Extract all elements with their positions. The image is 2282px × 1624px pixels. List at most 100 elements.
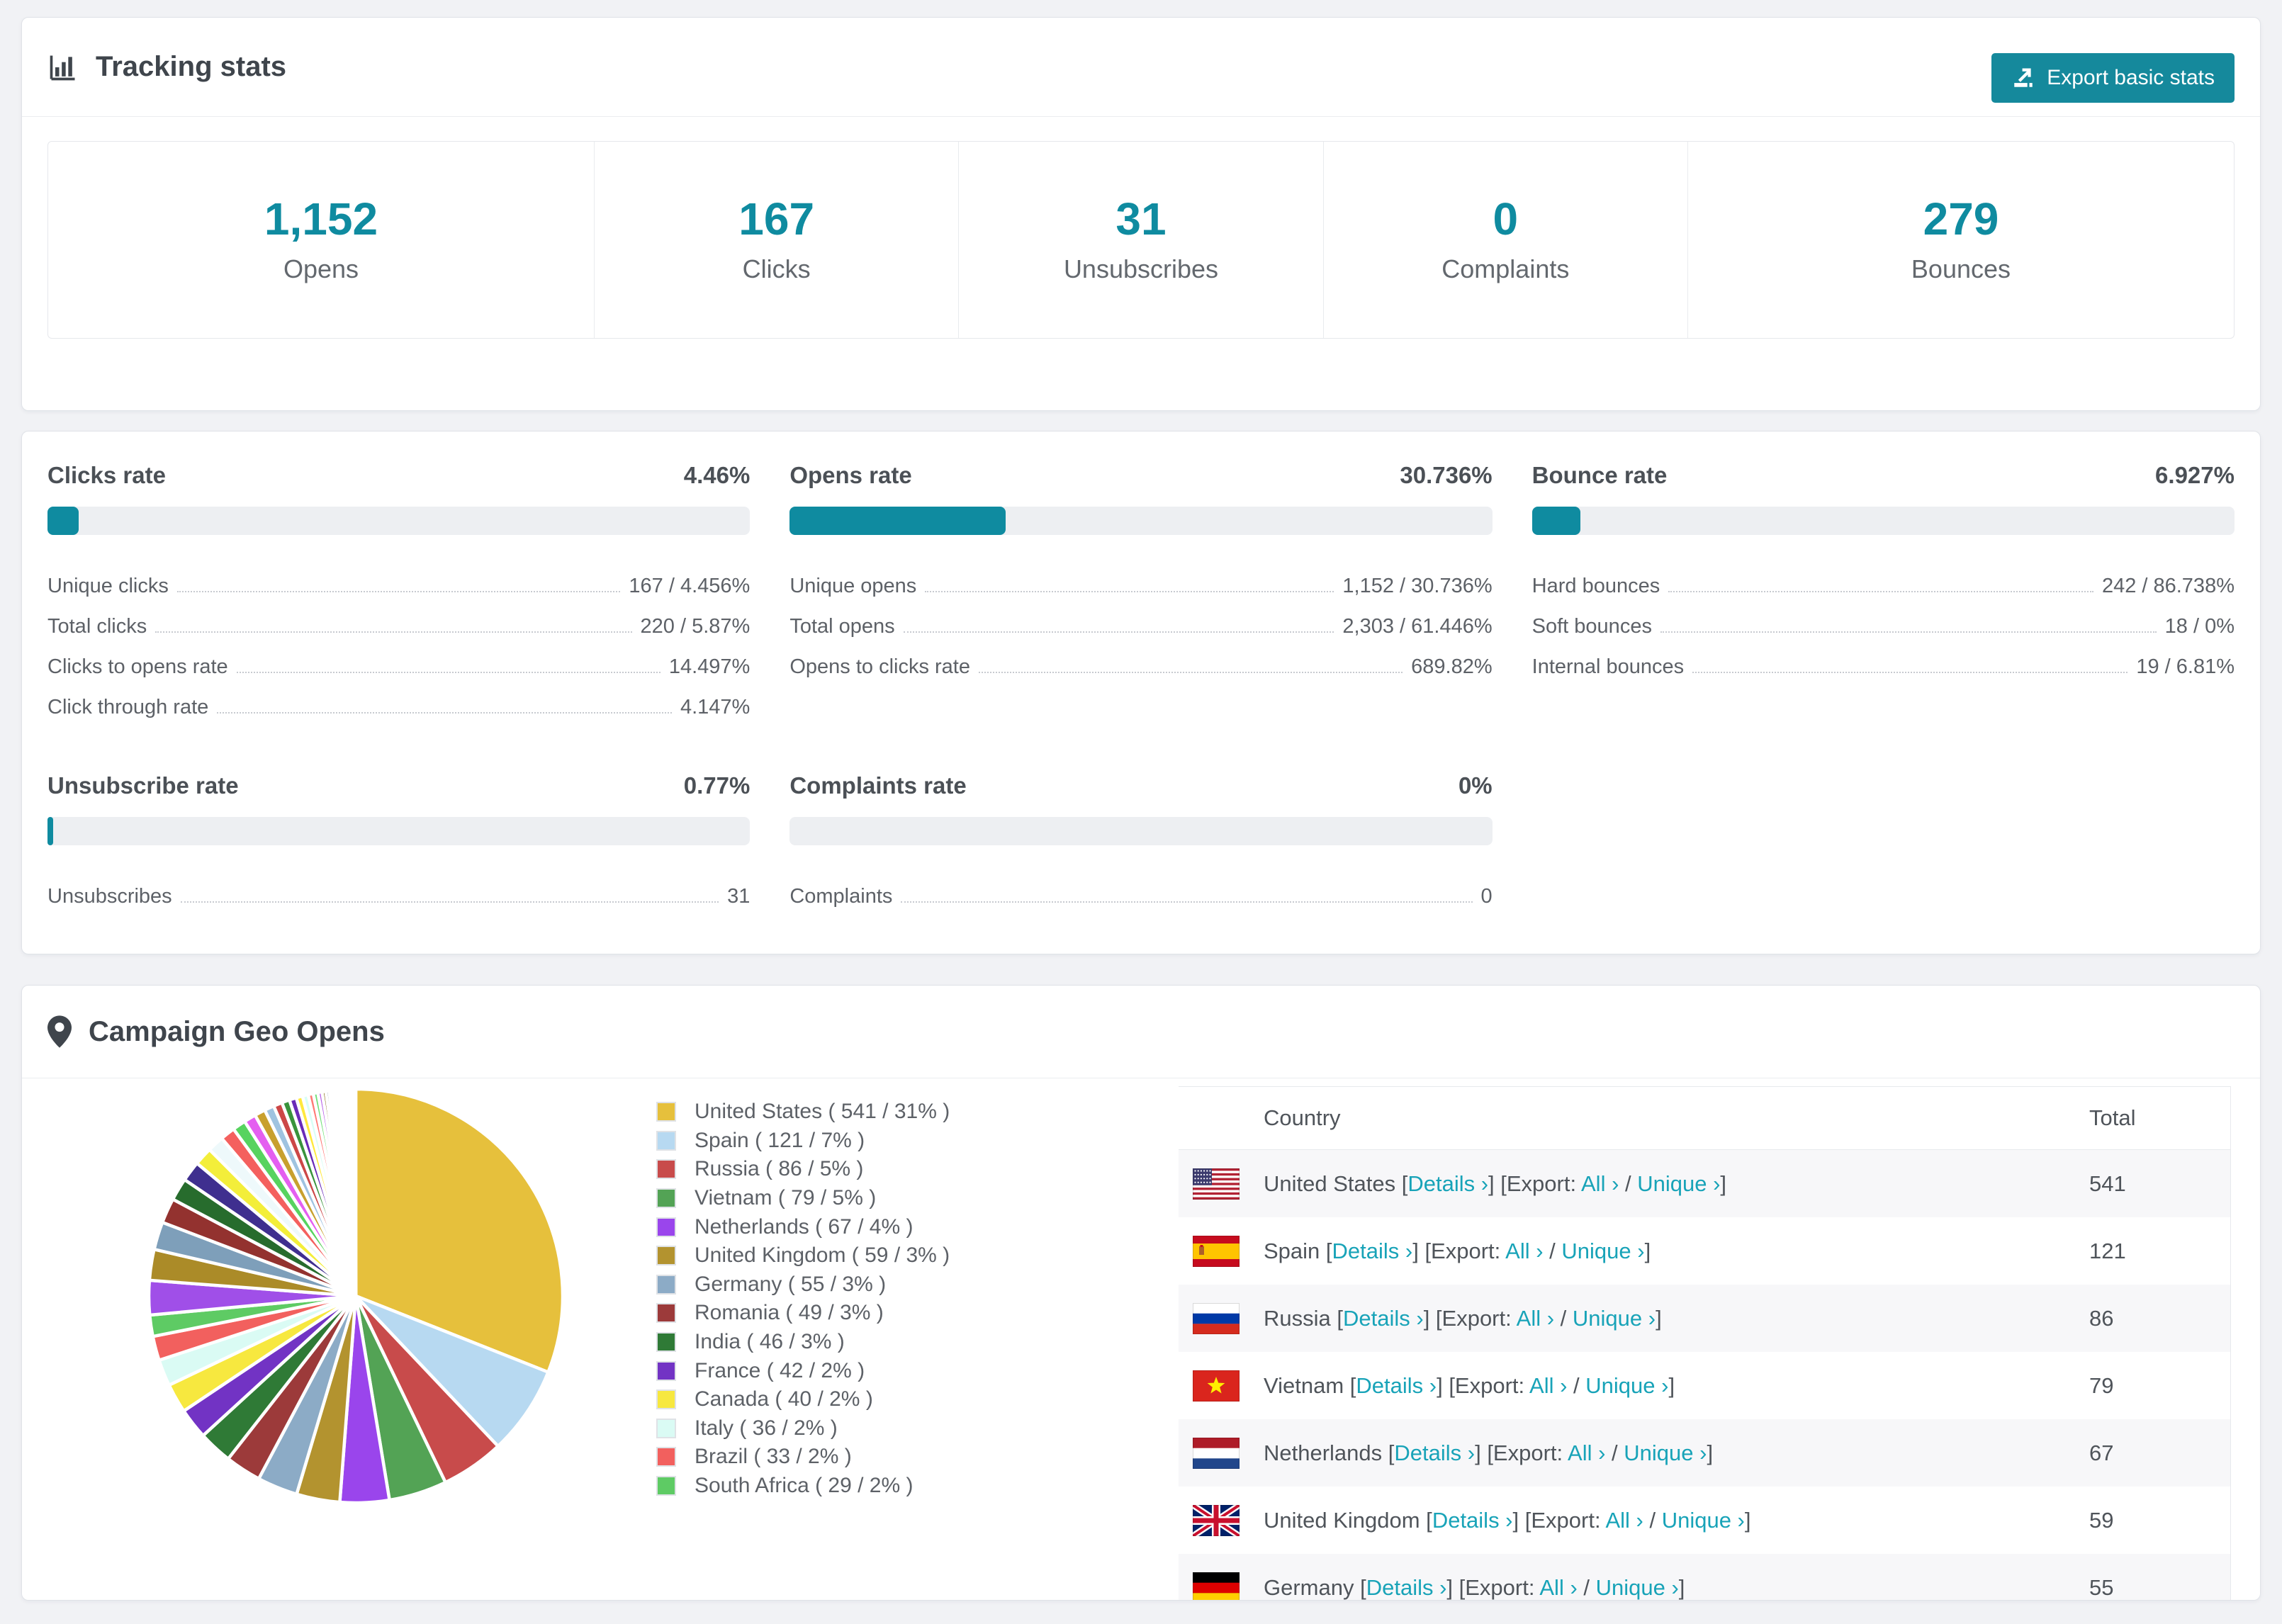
legend-item-russia: Russia ( 86 / 5% ) bbox=[656, 1155, 950, 1184]
details-link[interactable]: Details › bbox=[1432, 1508, 1513, 1533]
export-all-link[interactable]: All › bbox=[1581, 1171, 1619, 1196]
export-all-link[interactable]: All › bbox=[1517, 1306, 1554, 1331]
export-all-link[interactable]: All › bbox=[1505, 1239, 1543, 1263]
progress-bar-track bbox=[1531, 507, 2235, 535]
rate-row-value: 19 / 6.81% bbox=[2136, 655, 2235, 678]
total-cell: 541 bbox=[2089, 1171, 2126, 1196]
rate-value: 0.77% bbox=[683, 772, 751, 799]
export-all-link[interactable]: All › bbox=[1568, 1440, 1605, 1465]
export-unique-link[interactable]: Unique › bbox=[1573, 1306, 1656, 1331]
progress-bar-track bbox=[47, 817, 751, 845]
rate-value: 30.736% bbox=[1400, 462, 1493, 488]
export-basic-stats-label: Export basic stats bbox=[2047, 66, 2215, 89]
country-name: United States [ bbox=[1264, 1171, 1408, 1196]
summary-cell-clicks: 167 Clicks bbox=[594, 142, 958, 338]
legend-label: Russia ( 86 / 5% ) bbox=[695, 1157, 864, 1181]
rate-block-clicks-rate: Clicks rate 4.46% Unique clicks 167 / 4.456… bbox=[47, 461, 751, 719]
summary-value: 31 bbox=[1115, 193, 1167, 244]
details-link[interactable]: Details › bbox=[1407, 1171, 1488, 1196]
rate-row-label: Hard bounces bbox=[1531, 575, 1660, 597]
geo-table-row-vn: Vietnam [Details ›] [Export: All › / Uni… bbox=[1179, 1352, 2230, 1419]
rate-detail-row: Hard bounces 242 / 86.738% bbox=[1532, 558, 2235, 598]
export-unique-link[interactable]: Unique › bbox=[1637, 1171, 1720, 1196]
summary-stats-box: 1,152 Opens 167 Clicks 31 Unsubscribes 0 Compla… bbox=[47, 141, 2235, 339]
legend-swatch bbox=[656, 1217, 676, 1237]
rate-row-label: Soft bounces bbox=[1531, 615, 1652, 638]
legend-item-italy: Italy ( 36 / 2% ) bbox=[656, 1414, 950, 1443]
geo-table-row-nl: Netherlands [Details ›] [Export: All › /… bbox=[1179, 1419, 2230, 1487]
summary-value: 167 bbox=[738, 193, 815, 244]
legend-swatch bbox=[656, 1246, 676, 1266]
details-link[interactable]: Details › bbox=[1356, 1373, 1437, 1398]
legend-label: Netherlands ( 67 / 4% ) bbox=[695, 1214, 914, 1239]
progress-bar-track bbox=[47, 507, 751, 535]
legend-item-canada: Canada ( 40 / 2% ) bbox=[656, 1385, 950, 1414]
total-cell: 121 bbox=[2089, 1238, 2126, 1263]
summary-cell-bounces: 279 Bounces bbox=[1687, 142, 2234, 338]
export-unique-link[interactable]: Unique › bbox=[1624, 1440, 1707, 1465]
progress-bar-fill bbox=[47, 817, 53, 845]
country-cell: Vietnam [Details ›] [Export: All › / Uni… bbox=[1264, 1372, 1675, 1398]
export-basic-stats-button[interactable]: Export basic stats bbox=[1991, 53, 2235, 103]
geo-table-row-gb: United Kingdom [Details ›] [Export: All … bbox=[1179, 1487, 2230, 1554]
country-name: Russia [ bbox=[1264, 1305, 1343, 1331]
country-name: Netherlands [ bbox=[1264, 1440, 1395, 1465]
legend-label: United Kingdom ( 59 / 3% ) bbox=[695, 1244, 950, 1268]
total-cell: 67 bbox=[2089, 1440, 2114, 1465]
export-unique-link[interactable]: Unique › bbox=[1662, 1508, 1745, 1533]
details-link[interactable]: Details › bbox=[1332, 1239, 1413, 1263]
rates-panel: Clicks rate 4.46% Unique clicks 167 / 4.456… bbox=[21, 431, 2261, 954]
rate-detail-row: Clicks to opens rate 14.497% bbox=[47, 638, 750, 679]
legend-item-spain: Spain ( 121 / 7% ) bbox=[656, 1127, 950, 1156]
total-cell: 79 bbox=[2089, 1372, 2114, 1398]
export-unique-link[interactable]: Unique › bbox=[1596, 1575, 1679, 1600]
pie-chart-svg bbox=[147, 1087, 565, 1505]
legend-item-united-kingdom: United Kingdom ( 59 / 3% ) bbox=[656, 1241, 950, 1270]
rate-value: 0% bbox=[1458, 772, 1493, 799]
details-link[interactable]: Details › bbox=[1343, 1306, 1424, 1331]
details-link[interactable]: Details › bbox=[1394, 1440, 1475, 1465]
rate-row-label: Opens to clicks rate bbox=[789, 655, 970, 678]
geo-table-row-de: Germany [Details ›] [Export: All › / Uni… bbox=[1179, 1554, 2230, 1600]
geo-opens-title: Campaign Geo Opens bbox=[89, 1015, 385, 1047]
summary-label: Opens bbox=[283, 254, 359, 283]
country-cell: United States [Details ›] [Export: All ›… bbox=[1264, 1171, 1727, 1196]
summary-value: 0 bbox=[1493, 193, 1519, 244]
export-unique-link[interactable]: Unique › bbox=[1585, 1373, 1668, 1398]
rate-row-value: 14.497% bbox=[668, 655, 751, 678]
rate-row-value: 18 / 0% bbox=[2164, 615, 2235, 638]
export-all-link[interactable]: All › bbox=[1605, 1508, 1643, 1533]
tracking-stats-panel: Tracking stats Export basic stats 1,152 O… bbox=[21, 17, 2261, 411]
rate-block-opens-rate: Opens rate 30.736% Unique opens 1,152 / 30.… bbox=[789, 461, 1493, 719]
export-all-link[interactable]: All › bbox=[1539, 1575, 1577, 1600]
legend-swatch bbox=[656, 1360, 676, 1381]
legend-label: Canada ( 40 / 2% ) bbox=[695, 1387, 873, 1411]
legend-label: Germany ( 55 / 3% ) bbox=[695, 1272, 887, 1296]
pie-legend: United States ( 541 / 31% ) Spain ( 121 /… bbox=[656, 1098, 950, 1500]
legend-swatch bbox=[656, 1102, 676, 1122]
rate-title: Opens rate bbox=[789, 462, 912, 488]
export-all-link[interactable]: All › bbox=[1529, 1373, 1567, 1398]
details-link[interactable]: Details › bbox=[1366, 1575, 1447, 1600]
rate-detail-row: Soft bounces 18 / 0% bbox=[1532, 598, 2235, 638]
rate-row-label: Total clicks bbox=[47, 615, 147, 638]
legend-swatch bbox=[656, 1418, 676, 1438]
rates-row-1: Clicks rate 4.46% Unique clicks 167 / 4.456… bbox=[47, 461, 2235, 719]
legend-swatch bbox=[656, 1476, 676, 1496]
export-unique-link[interactable]: Unique › bbox=[1561, 1239, 1644, 1263]
rate-row-value: 31 bbox=[727, 885, 751, 908]
rate-row-value: 1,152 / 30.736% bbox=[1342, 575, 1493, 597]
summary-label: Bounces bbox=[1911, 254, 2011, 283]
legend-label: United States ( 541 / 31% ) bbox=[695, 1100, 950, 1124]
legend-label: India ( 46 / 3% ) bbox=[695, 1330, 845, 1354]
geo-table-header-row: Country Total bbox=[1179, 1087, 2230, 1150]
country-name: Vietnam [ bbox=[1264, 1372, 1356, 1398]
legend-swatch bbox=[656, 1159, 676, 1180]
total-cell: 55 bbox=[2089, 1574, 2114, 1600]
rate-detail-row: Unique opens 1,152 / 30.736% bbox=[789, 558, 1492, 598]
country-name: Spain [ bbox=[1264, 1238, 1332, 1263]
legend-label: South Africa ( 29 / 2% ) bbox=[695, 1474, 914, 1498]
summary-value: 279 bbox=[1923, 193, 1999, 244]
legend-item-netherlands: Netherlands ( 67 / 4% ) bbox=[656, 1212, 950, 1241]
summary-cell-opens: 1,152 Opens bbox=[48, 142, 594, 338]
